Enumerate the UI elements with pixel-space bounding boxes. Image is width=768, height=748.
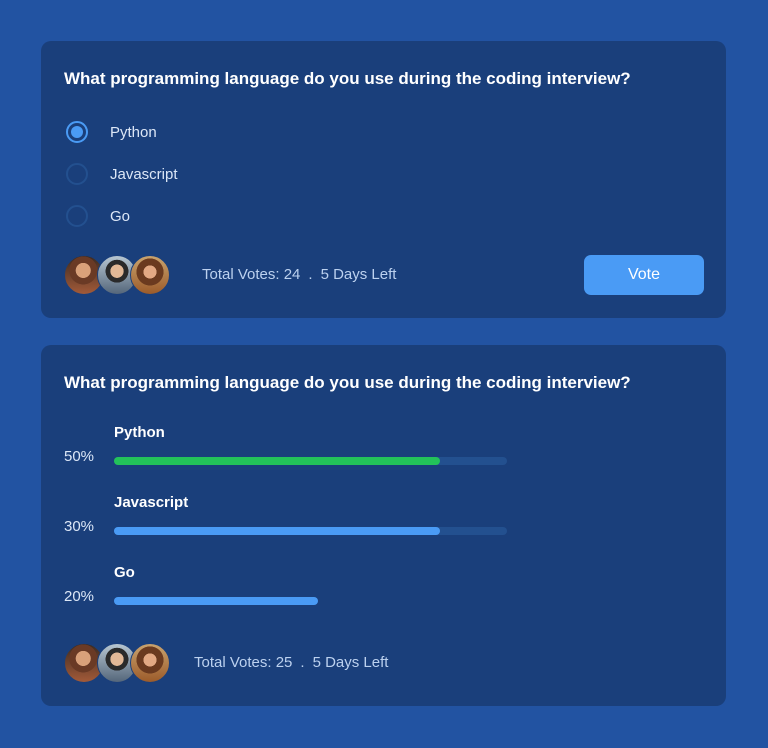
poll-vote-card: What programming language do you use dur… bbox=[41, 41, 726, 318]
poll-question: What programming language do you use dur… bbox=[64, 69, 631, 88]
total-votes: Total Votes: 25 bbox=[194, 654, 293, 671]
radio-python[interactable] bbox=[66, 121, 88, 143]
poll-meta: Total Votes: 24. 5 Days Left bbox=[202, 266, 396, 283]
result-bar bbox=[114, 527, 440, 535]
result-label: Python bbox=[114, 424, 165, 441]
option-label: Go bbox=[110, 207, 131, 225]
poll-meta: Total Votes: 25. 5 Days Left bbox=[194, 654, 388, 671]
total-votes: Total Votes: 24 bbox=[202, 266, 301, 283]
result-track bbox=[114, 457, 507, 465]
result-percent: 50% bbox=[64, 448, 95, 465]
poll-results-card: What programming language do you use dur… bbox=[41, 345, 726, 706]
voter-avatars bbox=[64, 255, 170, 295]
result-percent: 30% bbox=[64, 518, 95, 535]
vote-button[interactable]: Vote bbox=[584, 255, 704, 295]
days-left: 5 Days Left bbox=[312, 654, 389, 671]
voter-avatars bbox=[64, 643, 170, 683]
result-label: Javascript bbox=[114, 494, 189, 511]
result-row-go: 20% Go bbox=[64, 564, 524, 624]
option-label: Javascript bbox=[110, 165, 178, 183]
radio-go[interactable] bbox=[66, 205, 88, 227]
radio-javascript[interactable] bbox=[66, 163, 88, 185]
option-label: Python bbox=[110, 123, 157, 141]
meta-separator: . bbox=[300, 654, 305, 671]
option-python[interactable]: Python bbox=[66, 119, 157, 145]
avatar bbox=[130, 255, 170, 295]
option-go[interactable]: Go bbox=[66, 203, 130, 229]
result-bar bbox=[114, 597, 318, 605]
result-row-javascript: 30% Javascript bbox=[64, 494, 524, 554]
avatar bbox=[130, 643, 170, 683]
result-label: Go bbox=[114, 564, 135, 581]
result-track bbox=[114, 597, 507, 605]
poll-question: What programming language do you use dur… bbox=[64, 373, 631, 392]
result-percent: 20% bbox=[64, 588, 95, 605]
meta-separator: . bbox=[308, 266, 313, 283]
result-track bbox=[114, 527, 507, 535]
result-bar bbox=[114, 457, 440, 465]
result-row-python: 50% Python bbox=[64, 424, 524, 484]
days-left: 5 Days Left bbox=[320, 266, 397, 283]
option-javascript[interactable]: Javascript bbox=[66, 161, 178, 187]
